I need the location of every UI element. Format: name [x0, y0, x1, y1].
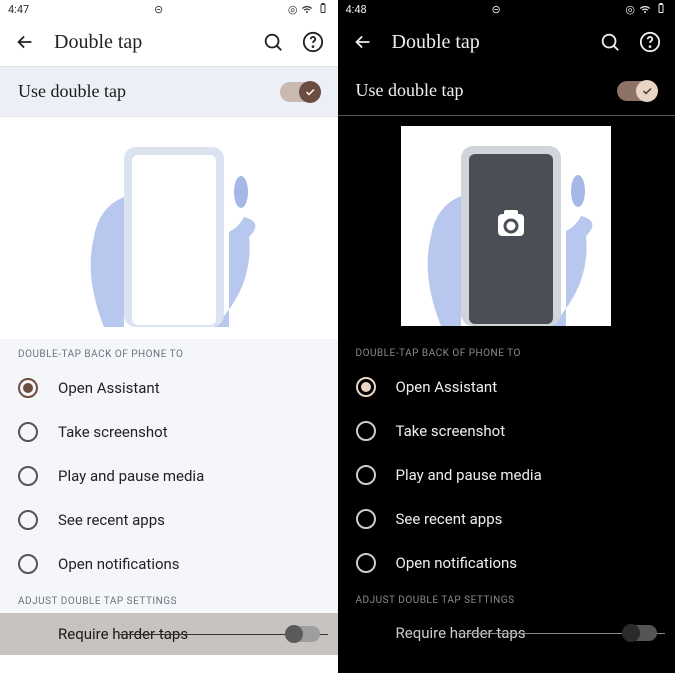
vibrate-icon: ◎ — [288, 3, 298, 16]
phone-illustration — [64, 127, 274, 327]
setting-toggle-switch[interactable] — [286, 626, 320, 642]
master-toggle-row[interactable]: Use double tap — [338, 66, 675, 115]
app-bar: Double tap — [338, 18, 675, 66]
phone-illustration — [401, 126, 611, 326]
option-see-recent-apps[interactable]: See recent apps — [0, 498, 338, 542]
master-toggle-label: Use double tap — [356, 80, 618, 101]
help-icon[interactable] — [639, 31, 661, 53]
illustration-area — [338, 116, 675, 338]
back-icon[interactable] — [352, 31, 374, 53]
option-play-pause-media[interactable]: Play and pause media — [338, 453, 675, 497]
option-label: Open Assistant — [58, 379, 160, 397]
help-icon[interactable] — [302, 31, 324, 53]
dnd-icon: ⊝ — [154, 3, 163, 16]
option-label: Open Assistant — [396, 378, 498, 396]
radio-icon — [18, 422, 38, 442]
option-label: See recent apps — [396, 510, 503, 528]
radio-icon — [18, 378, 38, 398]
status-icons: ⊝ — [154, 3, 163, 16]
back-icon[interactable] — [14, 31, 36, 53]
radio-icon — [356, 421, 376, 441]
option-play-pause-media[interactable]: Play and pause media — [0, 454, 338, 498]
radio-icon — [18, 554, 38, 574]
setting-toggle-switch[interactable] — [623, 625, 657, 641]
section-header-adjust: ADJUST DOUBLE TAP SETTINGS — [338, 585, 675, 612]
status-icons-right: ◎ — [625, 2, 667, 17]
radio-icon — [356, 465, 376, 485]
dnd-icon: ⊝ — [491, 3, 500, 16]
status-bar: 4:47 ⊝ ◎ — [0, 0, 338, 18]
radio-icon — [356, 377, 376, 397]
wifi-icon — [639, 2, 651, 17]
status-icons-right: ◎ — [288, 2, 330, 17]
master-toggle-label: Use double tap — [18, 81, 280, 102]
page-title: Double tap — [54, 31, 244, 54]
search-icon[interactable] — [262, 31, 284, 53]
master-toggle-row[interactable]: Use double tap — [0, 66, 338, 117]
option-open-notifications[interactable]: Open notifications — [0, 542, 338, 586]
action-list: Open Assistant Take screenshot Play and … — [338, 365, 675, 585]
status-bar: 4:48 ⊝ ◎ — [338, 0, 675, 18]
radio-icon — [18, 466, 38, 486]
clock: 4:48 — [346, 3, 367, 16]
battery-icon — [317, 2, 329, 17]
radio-icon — [18, 510, 38, 530]
illustration-area — [0, 117, 338, 339]
page-title: Double tap — [392, 31, 582, 54]
option-label: Take screenshot — [396, 422, 506, 440]
switch-knob — [299, 81, 321, 103]
radio-icon — [356, 509, 376, 529]
action-list: Open Assistant Take screenshot Play and … — [0, 366, 338, 586]
option-label: Take screenshot — [58, 423, 168, 441]
option-open-assistant[interactable]: Open Assistant — [338, 365, 675, 409]
status-icons: ⊝ — [491, 3, 500, 16]
section-header-adjust: ADJUST DOUBLE TAP SETTINGS — [0, 586, 338, 613]
require-harder-taps-row[interactable]: Require harder taps — [338, 612, 675, 654]
require-harder-taps-row[interactable]: Require harder taps — [0, 613, 338, 655]
section-header-actions: DOUBLE-TAP BACK OF PHONE TO — [338, 338, 675, 365]
option-open-assistant[interactable]: Open Assistant — [0, 366, 338, 410]
option-label: See recent apps — [58, 511, 165, 529]
option-label: Play and pause media — [396, 466, 542, 484]
section-header-actions: DOUBLE-TAP BACK OF PHONE TO — [0, 339, 338, 366]
option-see-recent-apps[interactable]: See recent apps — [338, 497, 675, 541]
option-label: Open notifications — [58, 555, 180, 573]
switch-knob — [636, 80, 658, 102]
search-icon[interactable] — [599, 31, 621, 53]
option-open-notifications[interactable]: Open notifications — [338, 541, 675, 585]
vibrate-icon: ◎ — [625, 3, 635, 16]
option-take-screenshot[interactable]: Take screenshot — [0, 410, 338, 454]
clock: 4:47 — [8, 3, 29, 16]
option-take-screenshot[interactable]: Take screenshot — [338, 409, 675, 453]
radio-icon — [356, 553, 376, 573]
app-bar: Double tap — [0, 18, 338, 66]
option-label: Open notifications — [396, 554, 518, 572]
wifi-icon — [301, 2, 313, 17]
option-label: Play and pause media — [58, 467, 204, 485]
battery-icon — [655, 2, 667, 17]
master-toggle-switch[interactable] — [280, 82, 320, 102]
master-toggle-switch[interactable] — [617, 81, 657, 101]
